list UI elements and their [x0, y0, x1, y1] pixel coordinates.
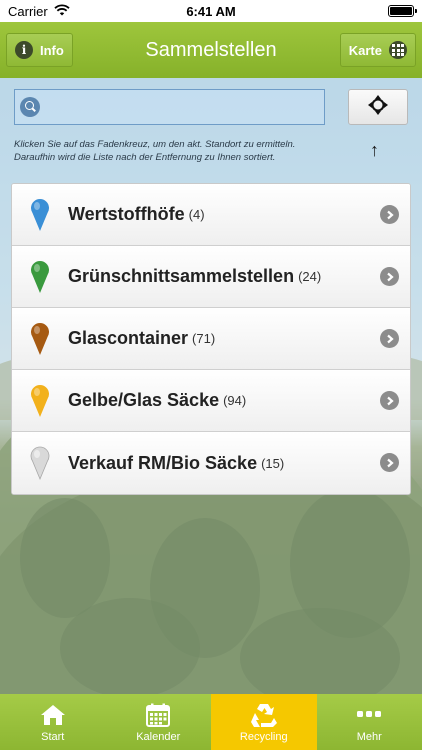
chevron-right-icon	[380, 453, 399, 472]
list-item-label: Gelbe/Glas Säcke	[68, 390, 220, 410]
search-icon	[20, 97, 40, 117]
list-item-count: (71)	[192, 331, 216, 346]
status-bar: Carrier 6:41 AM	[0, 0, 422, 22]
list-item-gruenschnitt[interactable]: Grünschnittsammelstellen (24)	[12, 246, 410, 308]
chevron-right-icon	[380, 329, 399, 348]
list-item-label: Verkauf RM/Bio Säcke	[68, 452, 258, 473]
battery-icon	[388, 5, 417, 17]
list-item-count: (4)	[188, 207, 205, 222]
wifi-icon	[54, 3, 70, 19]
carrier-label: Carrier	[8, 3, 48, 19]
map-button-label: Karte	[348, 42, 382, 58]
map-button[interactable]: Karte	[339, 33, 416, 67]
tab-mehr[interactable]: Mehr	[317, 694, 422, 750]
tab-label: Kalender	[136, 731, 181, 743]
chevron-right-icon	[380, 391, 399, 410]
navigation-bar: i Info Sammelstellen Karte	[0, 22, 422, 78]
tab-recycling[interactable]: Recycling	[211, 694, 317, 750]
info-icon: i	[15, 41, 33, 59]
search-field[interactable]	[14, 89, 325, 125]
category-list: Wertstoffhöfe (4) Grünschnittsammelstell…	[11, 183, 411, 495]
grid-icon	[389, 41, 407, 59]
map-pin-icon	[12, 322, 68, 356]
tab-label: Start	[41, 731, 65, 743]
page-title: Sammelstellen	[145, 38, 277, 61]
map-pin-icon	[12, 384, 68, 418]
search-input[interactable]	[40, 90, 324, 124]
list-item-count: (24)	[298, 269, 322, 284]
crosshair-icon	[367, 94, 389, 121]
list-item-label: Wertstoffhöfe	[68, 204, 185, 224]
chevron-right-icon	[380, 267, 399, 286]
list-item-verkauf-saecke[interactable]: Verkauf RM/Bio Säcke (15)	[12, 432, 410, 494]
info-button-label: Info	[40, 42, 64, 58]
list-item-count: (15)	[261, 455, 285, 471]
tab-label: Mehr	[356, 731, 382, 743]
more-icon	[357, 703, 382, 727]
list-item-label: Glascontainer	[68, 328, 189, 348]
list-item-gelbe-glas-saecke[interactable]: Gelbe/Glas Säcke (94)	[12, 370, 410, 432]
tab-bar: Start Kalender Recycling Mehr	[0, 694, 422, 750]
tab-kalender[interactable]: Kalender	[106, 694, 212, 750]
tab-label: Recycling	[239, 731, 288, 743]
locate-button[interactable]	[348, 89, 408, 125]
location-hint-text: Klicken Sie auf das Fadenkreuz, um den a…	[14, 139, 296, 163]
map-pin-icon	[12, 260, 68, 294]
tab-start[interactable]: Start	[0, 694, 106, 750]
info-button[interactable]: i Info	[6, 33, 73, 67]
chevron-right-icon	[380, 205, 399, 224]
list-item-glascontainer[interactable]: Glascontainer (71)	[12, 308, 410, 370]
map-pin-icon	[12, 198, 68, 232]
list-item-count: (94)	[223, 393, 247, 408]
home-icon	[40, 703, 66, 727]
recycle-icon	[250, 703, 278, 727]
arrow-up-icon: ↑	[370, 140, 379, 160]
map-pin-icon	[12, 446, 68, 480]
list-item-label: Grünschnittsammelstellen	[68, 266, 295, 286]
list-item-wertstoffhoefe[interactable]: Wertstoffhöfe (4)	[12, 184, 410, 246]
calendar-icon	[146, 703, 171, 727]
